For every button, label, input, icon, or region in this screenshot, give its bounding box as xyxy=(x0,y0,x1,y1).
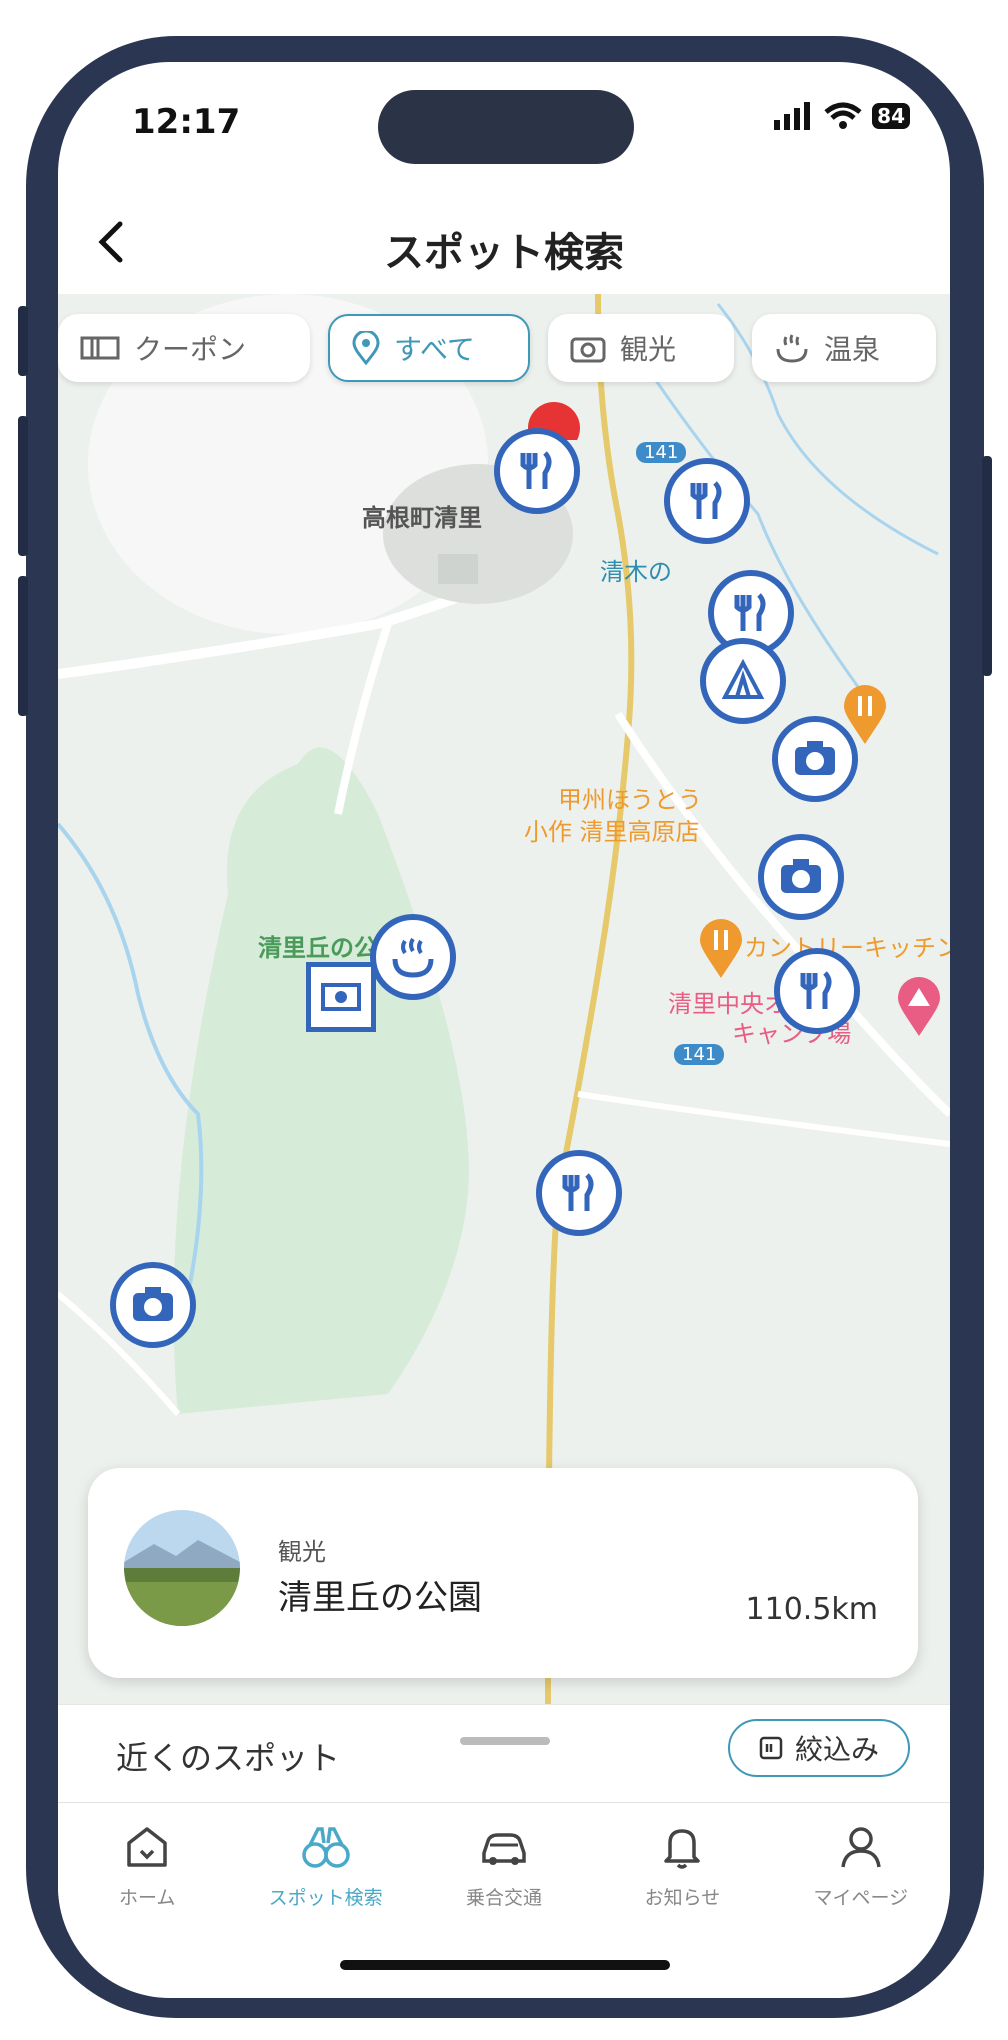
tent-icon xyxy=(721,658,765,699)
spot-name: 清里丘の公園 xyxy=(278,1578,482,1618)
chip-coupon-label: クーポン xyxy=(134,333,247,366)
spot-pin-restaurant[interactable] xyxy=(536,1150,622,1236)
cutlery-icon xyxy=(690,481,722,519)
sheet-title: 近くのスポット xyxy=(116,1739,341,1777)
filter-label: 絞込み xyxy=(794,1733,879,1766)
chip-onsen[interactable]: 温泉 xyxy=(752,314,936,382)
filter-icon xyxy=(759,1736,783,1760)
tab-notifications[interactable]: お知らせ xyxy=(593,1803,771,1932)
spot-pin-sightseeing[interactable] xyxy=(758,834,844,920)
camp-marker-icon[interactable] xyxy=(896,976,942,1038)
spot-card[interactable]: 観光 清里丘の公園 110.5km xyxy=(88,1468,918,1678)
page-title: スポット検索 xyxy=(384,230,624,276)
map-label-farm-2: 小作 清里高原店 xyxy=(524,818,700,846)
spot-pin-onsen[interactable] xyxy=(370,914,456,1000)
nav-header: スポット検索 xyxy=(58,192,950,292)
map-label-park-area: 清木の xyxy=(600,558,672,586)
chip-coupon[interactable]: クーポン xyxy=(58,314,310,382)
category-chips: クーポン すべて 観光 温泉 xyxy=(58,314,950,390)
tab-ride-share-label: 乗合交通 xyxy=(466,1887,543,1909)
cutlery-icon xyxy=(520,451,552,489)
onsen-icon xyxy=(776,334,808,363)
person-icon xyxy=(841,1827,881,1868)
tab-bar: ホーム スポット検索 乗合交通 お知らせ マイページ xyxy=(58,1802,950,1932)
status-icons: 84 xyxy=(774,102,910,130)
cutlery-icon xyxy=(562,1173,594,1211)
spot-category: 観光 xyxy=(278,1538,326,1566)
chip-onsen-label: 温泉 xyxy=(824,333,881,366)
chip-all[interactable]: すべて xyxy=(328,314,530,382)
tab-spot-search[interactable]: スポット検索 xyxy=(236,1803,414,1932)
tab-home[interactable]: ホーム xyxy=(58,1803,236,1932)
volume-down-button xyxy=(18,576,28,716)
chip-sightseeing[interactable]: 観光 xyxy=(548,314,734,382)
bell-icon xyxy=(664,1829,701,1869)
cutlery-icon xyxy=(800,971,832,1009)
tab-home-label: ホーム xyxy=(118,1887,176,1909)
tab-mypage[interactable]: マイページ xyxy=(772,1803,950,1932)
route-badge-141-north: 141 xyxy=(636,442,687,463)
dynamic-island xyxy=(378,90,634,164)
chip-all-label: すべて xyxy=(394,333,475,366)
spot-thumbnail xyxy=(124,1510,240,1626)
sheet-grabber[interactable] xyxy=(460,1737,550,1745)
home-indicator xyxy=(340,1960,670,1970)
tab-mypage-label: マイページ xyxy=(813,1887,909,1909)
spot-pin-restaurant[interactable] xyxy=(664,458,750,544)
food-marker-icon[interactable] xyxy=(698,918,744,980)
tab-notifications-label: お知らせ xyxy=(644,1887,721,1909)
spot-pin-restaurant[interactable] xyxy=(494,428,580,514)
map-label-farm-1: 甲州ほうとう xyxy=(558,786,702,814)
coupon-icon xyxy=(321,983,361,1011)
cutlery-icon xyxy=(734,593,766,631)
camera-icon xyxy=(795,741,835,775)
spot-pin-sightseeing[interactable] xyxy=(772,716,858,802)
binoculars-icon xyxy=(301,1827,350,1868)
spot-pin-restaurant[interactable] xyxy=(774,948,860,1034)
car-icon xyxy=(482,1833,526,1865)
filter-button[interactable]: 絞込み xyxy=(728,1719,910,1777)
spot-pin-sightseeing[interactable] xyxy=(110,1262,196,1348)
tab-spot-search-label: スポット検索 xyxy=(268,1887,383,1909)
mute-switch xyxy=(18,306,28,376)
volume-up-button xyxy=(18,416,28,556)
wifi-icon xyxy=(824,102,862,129)
power-button xyxy=(982,456,992,676)
onsen-icon xyxy=(392,937,434,978)
camera-icon xyxy=(781,859,821,893)
camera-icon xyxy=(570,337,606,363)
spot-pin-camp[interactable] xyxy=(700,638,786,724)
camera-icon xyxy=(133,1287,173,1321)
status-time: 12:17 xyxy=(132,102,241,142)
chip-sightseeing-label: 観光 xyxy=(620,333,677,366)
nearby-sheet[interactable]: 近くのスポット 絞込み xyxy=(58,1704,950,1800)
spot-distance: 110.5km xyxy=(745,1592,878,1627)
spot-pin-coupon[interactable] xyxy=(306,962,376,1032)
route-badge-141-south: 141 xyxy=(674,1044,725,1065)
signal-icon xyxy=(774,102,811,130)
battery-indicator: 84 xyxy=(872,103,910,129)
location-pin-icon xyxy=(352,331,380,365)
map-view[interactable]: 高根町清里 清木の mo 甲州ほうとう 小作 清里高原店 清里丘の公園 カントリ… xyxy=(58,294,950,1704)
map-label-town: 高根町清里 xyxy=(362,504,482,532)
spot-photo xyxy=(124,1510,240,1626)
home-icon xyxy=(127,1827,167,1867)
map-label-country: カントリーキッチン xyxy=(744,934,950,962)
screen: 12:17 84 スポット検索 高根町清里 清木の 甲州ほうとう 小作 清里高原… xyxy=(58,62,950,1998)
coupon-icon xyxy=(80,336,120,360)
tab-ride-share[interactable]: 乗合交通 xyxy=(415,1803,593,1932)
